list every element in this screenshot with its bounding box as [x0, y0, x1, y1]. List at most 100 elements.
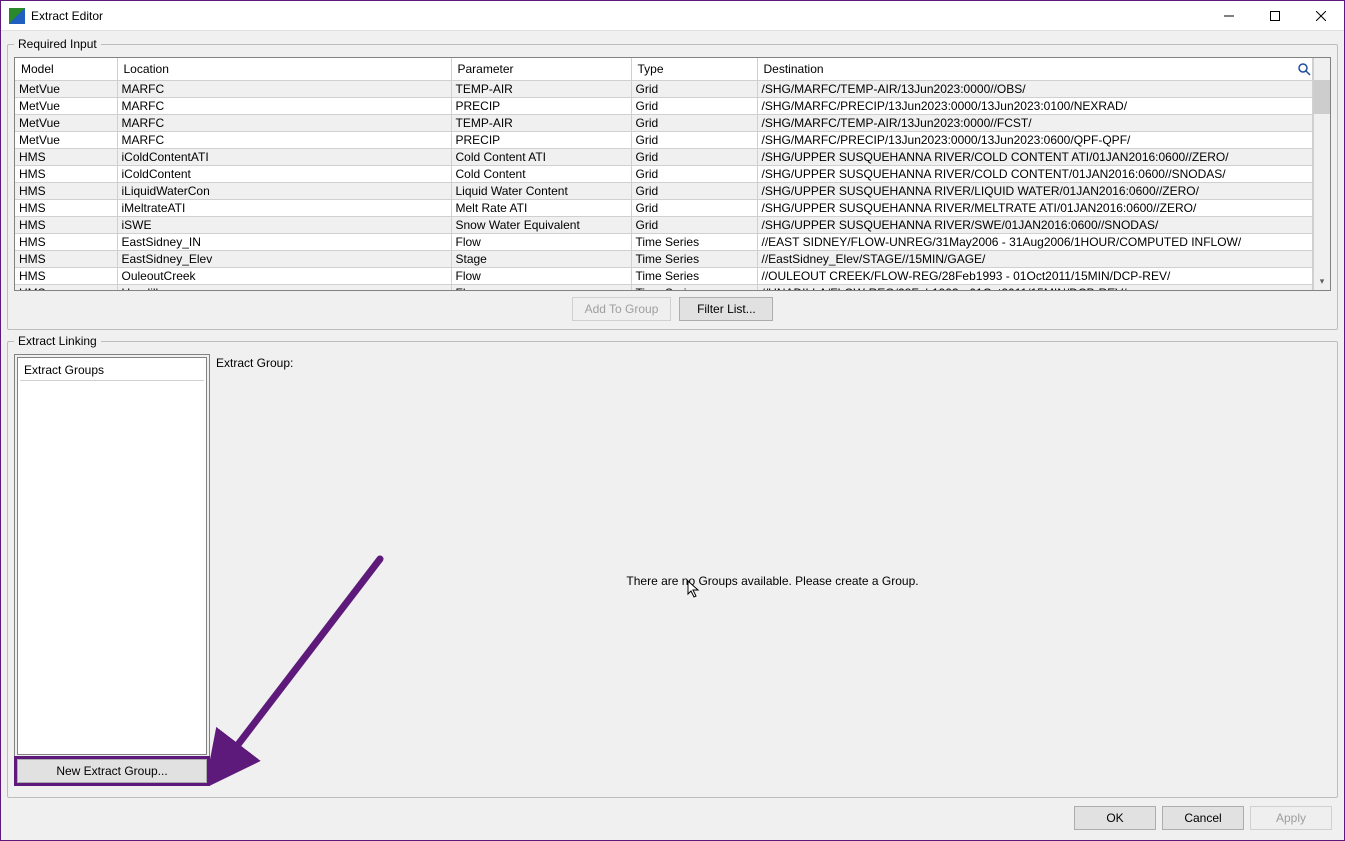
table-row[interactable]: MetVueMARFCPRECIPGrid/SHG/MARFC/PRECIP/1…	[15, 131, 1313, 148]
cell-dest: /SHG/UPPER SUSQUEHANNA RIVER/COLD CONTEN…	[757, 148, 1313, 165]
cell-type: Time Series	[631, 267, 757, 284]
cell-model: MetVue	[15, 97, 117, 114]
cell-parameter: Stage	[451, 250, 631, 267]
cell-location: MARFC	[117, 114, 451, 131]
table-row[interactable]: HMSiColdContentATICold Content ATIGrid/S…	[15, 148, 1313, 165]
cell-model: HMS	[15, 165, 117, 182]
table-row[interactable]: HMSEastSidney_ElevStageTime Series//East…	[15, 250, 1313, 267]
table-row[interactable]: HMSUnadillaFlowTime Series//UNADILLA/FLO…	[15, 284, 1313, 290]
cell-parameter: PRECIP	[451, 131, 631, 148]
cell-parameter: TEMP-AIR	[451, 80, 631, 97]
cell-model: MetVue	[15, 80, 117, 97]
cell-dest: /SHG/MARFC/PRECIP/13Jun2023:0000/13Jun20…	[757, 131, 1313, 148]
cell-model: HMS	[15, 199, 117, 216]
cell-parameter: Snow Water Equivalent	[451, 216, 631, 233]
table-row[interactable]: HMSEastSidney_INFlowTime Series//EAST SI…	[15, 233, 1313, 250]
cell-location: MARFC	[117, 131, 451, 148]
cell-parameter: PRECIP	[451, 97, 631, 114]
cell-model: HMS	[15, 267, 117, 284]
cell-type: Grid	[631, 182, 757, 199]
cell-dest: /SHG/UPPER SUSQUEHANNA RIVER/SWE/01JAN20…	[757, 216, 1313, 233]
col-location[interactable]: Location	[117, 58, 451, 80]
apply-button[interactable]: Apply	[1250, 806, 1332, 830]
search-icon[interactable]	[1296, 61, 1312, 77]
col-destination[interactable]: Destination	[757, 58, 1313, 80]
cell-location: iLiquidWaterCon	[117, 182, 451, 199]
window-title: Extract Editor	[31, 9, 103, 23]
cell-parameter: Flow	[451, 284, 631, 290]
ok-button[interactable]: OK	[1074, 806, 1156, 830]
cell-model: HMS	[15, 182, 117, 199]
table-row[interactable]: HMSiLiquidWaterConLiquid Water ContentGr…	[15, 182, 1313, 199]
cell-model: HMS	[15, 148, 117, 165]
close-button[interactable]	[1298, 1, 1344, 31]
cell-parameter: Flow	[451, 233, 631, 250]
titlebar[interactable]: Extract Editor	[1, 1, 1344, 31]
cell-dest: /SHG/UPPER SUSQUEHANNA RIVER/LIQUID WATE…	[757, 182, 1313, 199]
cell-parameter: Cold Content ATI	[451, 148, 631, 165]
cell-type: Grid	[631, 199, 757, 216]
vertical-scrollbar[interactable]: ▾	[1313, 58, 1330, 290]
table-row[interactable]: HMSiSWESnow Water EquivalentGrid/SHG/UPP…	[15, 216, 1313, 233]
app-icon	[9, 8, 25, 24]
col-parameter[interactable]: Parameter	[451, 58, 631, 80]
required-input-table[interactable]: Model Location Parameter Type Destinatio…	[14, 57, 1331, 291]
add-to-group-button[interactable]: Add To Group	[572, 297, 672, 321]
cell-location: MARFC	[117, 97, 451, 114]
cell-dest: //UNADILLA/FLOW-REG/28Feb1993 - 01Oct201…	[757, 284, 1313, 290]
cell-type: Grid	[631, 97, 757, 114]
cell-model: HMS	[15, 216, 117, 233]
cell-model: HMS	[15, 250, 117, 267]
cell-dest: /SHG/MARFC/TEMP-AIR/13Jun2023:0000//FCST…	[757, 114, 1313, 131]
cell-parameter: Flow	[451, 267, 631, 284]
cell-parameter: Melt Rate ATI	[451, 199, 631, 216]
col-type[interactable]: Type	[631, 58, 757, 80]
cell-model: MetVue	[15, 131, 117, 148]
cell-type: Grid	[631, 80, 757, 97]
cell-type: Time Series	[631, 284, 757, 290]
cell-location: EastSidney_Elev	[117, 250, 451, 267]
cell-dest: /SHG/MARFC/PRECIP/13Jun2023:0000/13Jun20…	[757, 97, 1313, 114]
cell-location: iColdContent	[117, 165, 451, 182]
table-row[interactable]: MetVueMARFCTEMP-AIRGrid/SHG/MARFC/TEMP-A…	[15, 80, 1313, 97]
cell-dest: //EAST SIDNEY/FLOW-UNREG/31May2006 - 31A…	[757, 233, 1313, 250]
required-input-group: Required Input Model Location Parameter …	[7, 37, 1338, 330]
cell-parameter: TEMP-AIR	[451, 114, 631, 131]
cell-type: Time Series	[631, 250, 757, 267]
required-input-legend: Required Input	[14, 37, 101, 51]
table-row[interactable]: MetVueMARFCTEMP-AIRGrid/SHG/MARFC/TEMP-A…	[15, 114, 1313, 131]
cancel-button[interactable]: Cancel	[1162, 806, 1244, 830]
table-row[interactable]: MetVueMARFCPRECIPGrid/SHG/MARFC/PRECIP/1…	[15, 97, 1313, 114]
table-row[interactable]: HMSiMeltrateATIMelt Rate ATIGrid/SHG/UPP…	[15, 199, 1313, 216]
table-row[interactable]: HMSiColdContentCold ContentGrid/SHG/UPPE…	[15, 165, 1313, 182]
extract-group-label: Extract Group:	[214, 354, 1331, 376]
cell-location: EastSidney_IN	[117, 233, 451, 250]
cell-location: iColdContentATI	[117, 148, 451, 165]
cell-dest: /SHG/UPPER SUSQUEHANNA RIVER/MELTRATE AT…	[757, 199, 1313, 216]
cell-location: OuleoutCreek	[117, 267, 451, 284]
cell-model: MetVue	[15, 114, 117, 131]
minimize-button[interactable]	[1206, 1, 1252, 31]
extract-groups-panel: Extract Groups New Extract Group...	[14, 354, 210, 786]
cell-type: Grid	[631, 165, 757, 182]
extract-linking-legend: Extract Linking	[14, 334, 101, 348]
cell-parameter: Cold Content	[451, 165, 631, 182]
table-row[interactable]: HMSOuleoutCreekFlowTime Series//OULEOUT …	[15, 267, 1313, 284]
extract-group-detail: There are no Groups available. Please cr…	[214, 376, 1331, 786]
filter-list-button[interactable]: Filter List...	[679, 297, 773, 321]
extract-linking-group: Extract Linking Extract Groups New Extra…	[7, 334, 1338, 798]
extract-editor-window: Extract Editor Required Input	[0, 0, 1345, 841]
maximize-button[interactable]	[1252, 1, 1298, 31]
empty-groups-message: There are no Groups available. Please cr…	[626, 574, 918, 588]
cell-type: Time Series	[631, 233, 757, 250]
cell-model: HMS	[15, 284, 117, 290]
extract-groups-list[interactable]: Extract Groups	[17, 357, 207, 755]
extract-groups-header: Extract Groups	[20, 360, 204, 381]
cell-type: Grid	[631, 148, 757, 165]
cell-dest: /SHG/MARFC/TEMP-AIR/13Jun2023:0000//OBS/	[757, 80, 1313, 97]
new-extract-group-button[interactable]: New Extract Group...	[17, 759, 207, 783]
col-model[interactable]: Model	[15, 58, 117, 80]
scroll-down-icon[interactable]: ▾	[1314, 273, 1330, 290]
cell-dest: /SHG/UPPER SUSQUEHANNA RIVER/COLD CONTEN…	[757, 165, 1313, 182]
cell-model: HMS	[15, 233, 117, 250]
